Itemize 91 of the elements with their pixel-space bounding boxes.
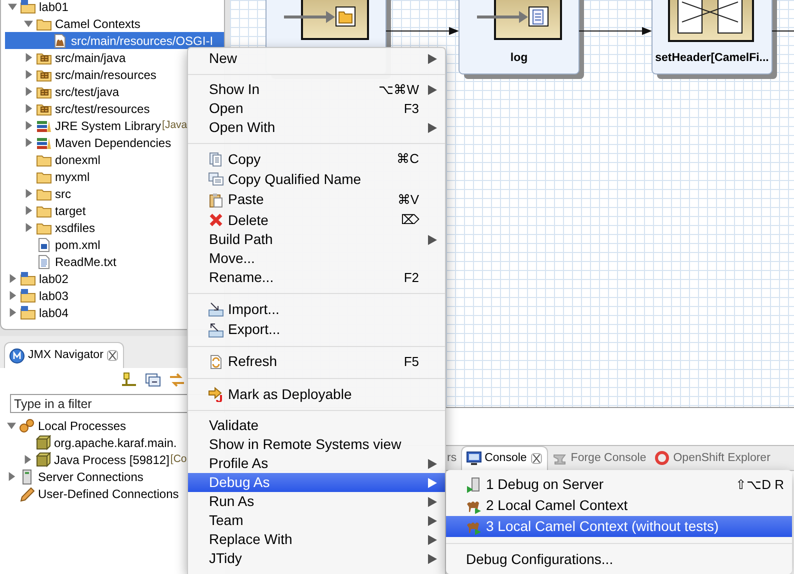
import-icon	[208, 301, 224, 318]
menu-item[interactable]: Validate	[188, 416, 445, 436]
paste-icon	[208, 192, 224, 208]
tree-item-decoration: [Co	[170, 452, 187, 467]
shortcut-label: F5	[404, 353, 419, 372]
caret-icon[interactable]	[24, 206, 32, 215]
view-tab[interactable]: rs	[447, 446, 461, 470]
server-debug-icon	[466, 476, 482, 492]
file-icon	[36, 236, 52, 252]
project-icon	[20, 288, 36, 304]
menu-item[interactable]: Show in Remote Systems view	[188, 435, 445, 454]
tree-item[interactable]: src/main/resources	[5, 66, 224, 83]
caret-icon[interactable]	[6, 421, 16, 430]
export-icon	[208, 322, 224, 338]
tree-item-decoration: [Java	[162, 118, 188, 133]
shortcut-label: ⌥⌘W	[378, 80, 419, 99]
document-icon	[36, 254, 52, 270]
menu-item[interactable]: Show In ⌥⌘W	[188, 80, 445, 99]
menu-item[interactable]: Open F3	[188, 99, 445, 118]
caret-icon[interactable]	[24, 87, 32, 96]
tree-item[interactable]: Maven Dependencies	[5, 134, 224, 151]
menu-item[interactable]: 3 Local Camel Context (without tests)	[446, 516, 792, 537]
tree-item[interactable]: Camel Contexts	[5, 15, 224, 32]
caret-icon[interactable]	[24, 104, 32, 113]
caret-icon[interactable]	[24, 121, 32, 130]
project-icon	[20, 304, 36, 320]
menu-item[interactable]: Export...	[188, 319, 445, 340]
hierarchy-icon[interactable]	[121, 372, 137, 388]
menu-item[interactable]: Build Path	[188, 230, 445, 250]
caret-icon[interactable]	[24, 138, 32, 147]
tree-item[interactable]: src/main/resources/OSGI-I	[5, 32, 224, 49]
menu-item[interactable]: Replace With	[188, 530, 445, 550]
menu-item[interactable]: Profile As	[188, 454, 445, 474]
menu-item[interactable]: Debug As	[188, 473, 445, 492]
copy-icon	[208, 151, 224, 168]
caret-icon[interactable]	[24, 223, 32, 232]
folder-icon	[284, 0, 369, 40]
view-tab[interactable]: OpenShift Explorer	[650, 446, 774, 470]
shortcut-label: ⌦	[401, 211, 419, 230]
document-icon	[477, 0, 562, 40]
ring-icon	[654, 450, 670, 466]
menu-item[interactable]: Move...	[188, 249, 445, 268]
caret-icon[interactable]	[22, 455, 32, 464]
node-label: log	[510, 52, 528, 64]
menu-item[interactable]: JTidy	[188, 549, 445, 568]
view-tab[interactable]: Forge Console	[548, 446, 650, 470]
shortcut-label: ⇧⌥D R	[736, 476, 784, 494]
project-icon	[20, 270, 36, 286]
tree-item[interactable]: lab01	[5, 0, 224, 15]
pencil-icon	[19, 486, 35, 502]
cube-icon	[35, 434, 51, 450]
deploy-icon	[208, 386, 224, 402]
close-icon	[106, 349, 120, 362]
close-icon	[530, 452, 543, 465]
menu-item[interactable]: Open With	[188, 118, 445, 137]
caret-icon[interactable]	[8, 2, 16, 11]
camel-file-icon	[52, 32, 68, 48]
caret-icon[interactable]	[6, 472, 16, 481]
link-icon[interactable]	[169, 372, 185, 388]
caret-icon[interactable]	[24, 19, 32, 28]
menu-item[interactable]: Rename... F2	[188, 268, 445, 288]
copy-icon	[208, 171, 224, 188]
gears-icon	[19, 418, 35, 434]
caret-icon[interactable]	[24, 53, 32, 62]
menu-item[interactable]: 2 Local Camel Context	[446, 495, 792, 516]
caret-icon[interactable]	[8, 308, 16, 317]
caret-icon[interactable]	[8, 291, 16, 300]
delete-icon	[208, 212, 224, 228]
shortcut-label: ⌘C	[396, 150, 419, 168]
shortcut-label: ⌘V	[397, 190, 419, 209]
shortcut-label: F3	[404, 100, 419, 118]
shortcut-label: F2	[404, 268, 419, 287]
caret-icon[interactable]	[24, 70, 32, 79]
refresh-icon	[208, 354, 224, 370]
crossed-boxes-icon	[668, 0, 754, 42]
console-icon	[466, 450, 482, 466]
node-label: setHeader[CamelFi...	[655, 52, 769, 64]
view-tab[interactable]: Console	[460, 446, 548, 470]
menu-item[interactable]: Team	[188, 511, 445, 530]
collapse-all-icon[interactable]	[145, 372, 161, 388]
caret-icon[interactable]	[24, 189, 32, 198]
menu-item[interactable]: 1 Debug on Server ⇧⌥D R	[446, 474, 792, 495]
jmx-icon	[9, 348, 25, 364]
menu-item[interactable]: New	[188, 49, 445, 68]
menu-item[interactable]: Debug Configurations...	[446, 549, 792, 570]
caret-icon[interactable]	[8, 274, 16, 283]
menu-item[interactable]: Run As	[188, 492, 445, 512]
cube-icon	[35, 452, 51, 468]
view-tab[interactable]: JMX Navigator	[4, 342, 124, 368]
menu-item[interactable]: Refresh F5	[188, 352, 445, 372]
project-icon	[20, 0, 36, 14]
